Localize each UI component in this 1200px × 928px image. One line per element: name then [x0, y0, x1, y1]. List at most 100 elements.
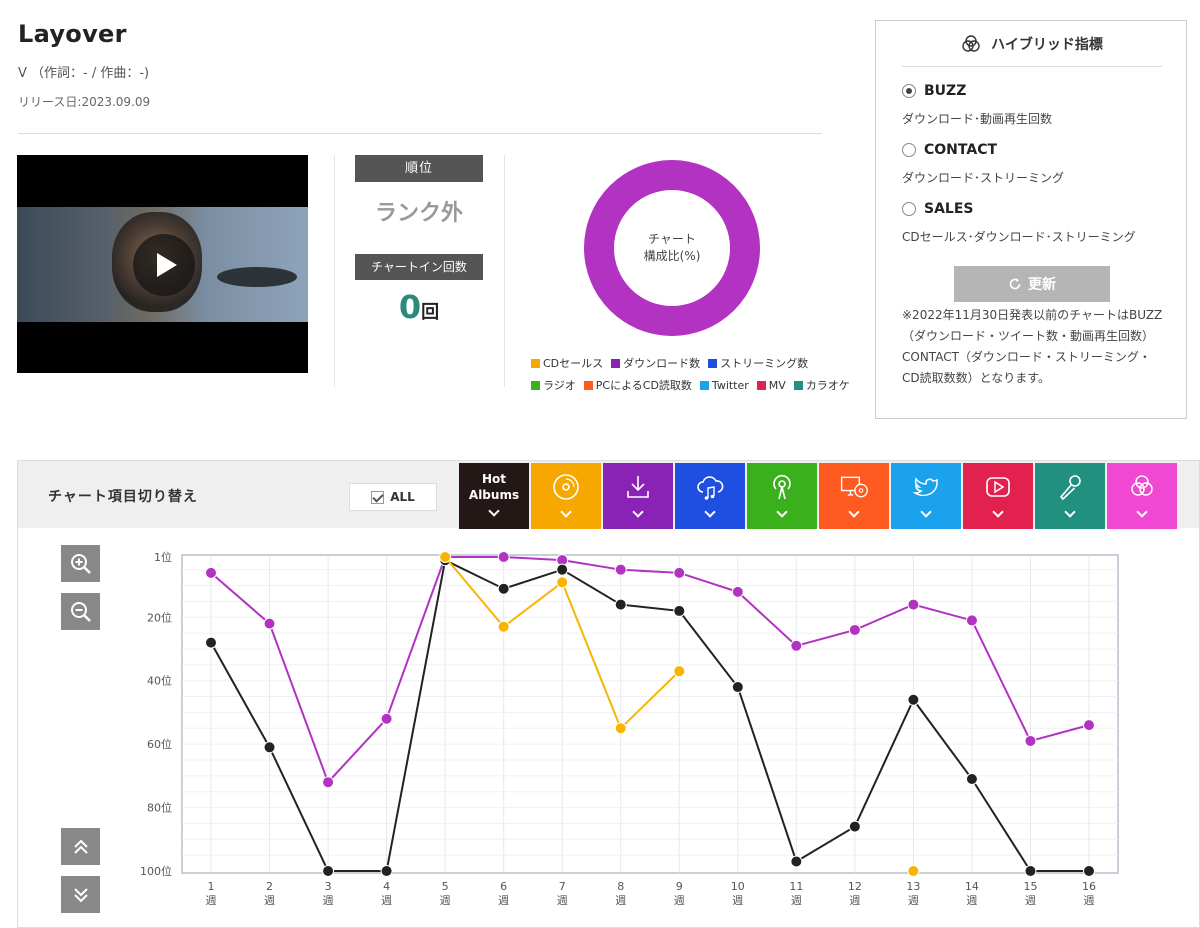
x-tick-label: 2 — [266, 880, 273, 893]
radio-buzz[interactable]: BUZZ — [902, 83, 966, 99]
data-point — [907, 693, 920, 706]
y-tick-label: 80位 — [147, 801, 172, 815]
divider — [504, 155, 505, 387]
chartin-value: 0回 — [355, 288, 483, 326]
legend-item: ダウンロード数 — [611, 355, 700, 371]
hybrid-title: ハイブリッド指標 — [991, 36, 1103, 53]
x-tick-label: 週 — [557, 894, 568, 907]
x-tick-label: 週 — [1084, 894, 1095, 907]
x-tick-label: 8 — [617, 880, 624, 893]
radio-desc: ダウンロード･ストリーミング — [902, 171, 1065, 185]
x-tick-label: 週 — [615, 894, 626, 907]
release-date: リリース日:2023.09.09 — [18, 95, 151, 109]
x-tick-label: 7 — [559, 880, 566, 893]
x-tick-label: 1 — [208, 880, 215, 893]
y-tick-label: 20位 — [147, 610, 172, 624]
legend-item: ラジオ — [531, 377, 576, 393]
y-tick-label: 100位 — [140, 864, 172, 878]
x-tick-label: 3 — [325, 880, 332, 893]
composition-legend: CDセールス ダウンロード数 ストリーミング数 ラジオ PCによるCD読取数 T… — [531, 355, 851, 399]
data-point — [263, 617, 276, 630]
legend-swatch — [793, 380, 803, 390]
radio-desc: CDセールス･ダウンロード･ストリーミング — [902, 230, 1136, 244]
data-point — [322, 865, 335, 877]
data-point — [790, 639, 803, 652]
y-tick-label: 1位 — [154, 550, 172, 564]
x-tick-label: 16 — [1082, 880, 1096, 893]
data-point — [380, 712, 393, 725]
hybrid-header: ハイブリッド指標 — [902, 21, 1162, 67]
legend-item: Twitter — [699, 377, 749, 393]
legend-item: カラオケ — [793, 377, 850, 393]
data-point — [556, 563, 569, 576]
data-point — [965, 614, 978, 627]
x-tick-label: 10 — [731, 880, 745, 893]
radio-contact[interactable]: CONTACT — [902, 142, 997, 158]
x-tick-label: 週 — [264, 894, 275, 907]
rank-value: ランク外 — [374, 201, 463, 226]
plot-area — [181, 554, 1119, 874]
data-point — [614, 563, 627, 576]
legend-swatch — [583, 380, 593, 390]
x-tick-label: 週 — [440, 894, 451, 907]
legend-swatch — [531, 358, 540, 368]
update-button[interactable]: 更新 — [954, 266, 1110, 302]
x-tick-label: 13 — [906, 880, 920, 893]
data-point — [322, 776, 335, 789]
data-point — [614, 598, 627, 611]
chart-panel: チャート項目切り替え ALL Hot Albums 1位 20位 40位 60位… — [17, 460, 1200, 928]
x-tick-label: 14 — [965, 880, 979, 893]
data-point — [614, 722, 627, 735]
x-tick-label: 週 — [206, 894, 217, 907]
hybrid-panel: ハイブリッド指標 BUZZ ダウンロード･動画再生回数 CONTACT ダウンロ… — [875, 20, 1187, 419]
legend-item: ストリーミング数 — [708, 355, 808, 371]
radio-button[interactable] — [902, 202, 916, 216]
data-point — [205, 636, 217, 649]
data-point — [673, 604, 686, 617]
data-point — [1083, 719, 1095, 732]
data-point — [497, 551, 510, 563]
data-point — [673, 566, 686, 579]
x-tick-label: 週 — [381, 894, 392, 907]
rank-label: 順位 — [355, 155, 483, 182]
radio-button[interactable] — [902, 143, 916, 157]
play-icon[interactable] — [133, 234, 195, 296]
x-tick-label: 週 — [1025, 894, 1036, 907]
legend-item: PCによるCD読取数 — [583, 377, 692, 393]
x-tick-label: 6 — [500, 880, 507, 893]
legend-swatch — [531, 380, 540, 390]
divider — [18, 133, 822, 134]
data-point — [1024, 865, 1037, 877]
data-point — [848, 623, 861, 636]
data-point — [263, 741, 276, 754]
data-point — [439, 551, 452, 563]
legend-swatch — [708, 358, 718, 368]
donut-label: チャート 構成比(%) — [604, 231, 740, 265]
radio-desc: ダウンロード･動画再生回数 — [902, 112, 1053, 126]
data-point — [1024, 734, 1037, 747]
x-tick-label: 週 — [849, 894, 860, 907]
page-root: { "song": { "title": "Layover", "credits… — [0, 0, 1200, 928]
data-point — [673, 665, 686, 678]
ranking-chart: 1位20位40位60位80位100位1週2週3週4週5週6週7週8週9週10週1… — [140, 550, 1119, 907]
data-point — [205, 566, 217, 579]
radio-button[interactable] — [902, 84, 916, 98]
x-tick-label: 5 — [442, 880, 449, 893]
legend-item: MV — [756, 377, 786, 393]
y-tick-label: 40位 — [147, 674, 172, 688]
video-player[interactable] — [17, 155, 308, 373]
data-point — [731, 681, 744, 694]
data-point — [731, 585, 744, 598]
x-tick-label: 週 — [323, 894, 334, 907]
song-title: Layover — [18, 20, 127, 48]
x-tick-label: 週 — [791, 894, 802, 907]
data-point — [1083, 865, 1095, 877]
chartin-unit: 回 — [421, 302, 440, 323]
x-tick-label: 週 — [966, 894, 977, 907]
hybrid-note: ※2022年11月30日発表以前のチャートはBUZZ（ダウンロード・ツイート数・… — [902, 308, 1163, 385]
radio-sales[interactable]: SALES — [902, 201, 974, 217]
chartin-label: チャートイン回数 — [355, 254, 483, 280]
data-point — [497, 620, 510, 633]
legend-swatch — [756, 380, 766, 390]
x-tick-label: 4 — [383, 880, 390, 893]
